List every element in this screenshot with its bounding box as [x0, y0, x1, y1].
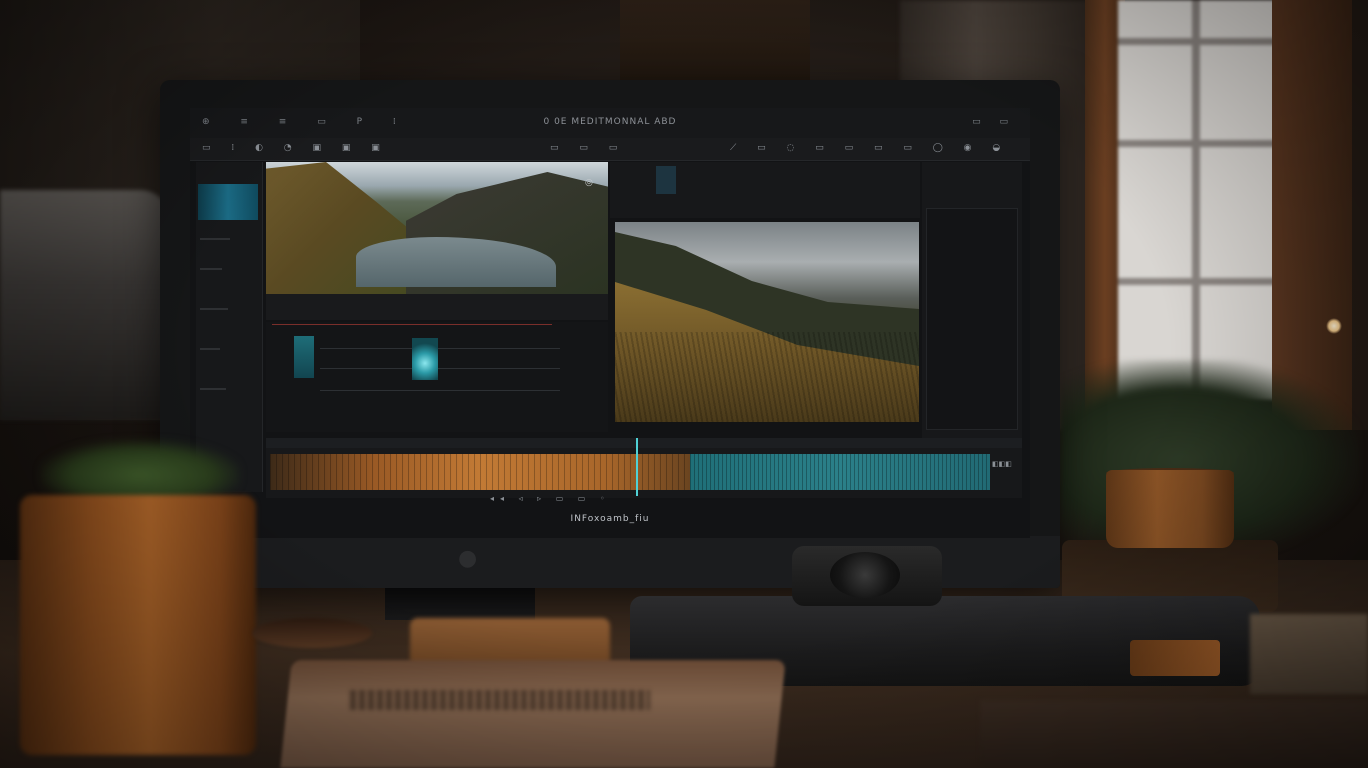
- apple-logo-icon: ●: [458, 546, 478, 571]
- book: [280, 660, 786, 768]
- source-viewer-controls: [266, 294, 608, 320]
- timeline-ruler[interactable]: [266, 438, 1022, 448]
- source-viewer[interactable]: [266, 162, 608, 294]
- transport-controls[interactable]: ◂◂ ◃ ▹ ▭ ▭ ◦: [490, 494, 611, 503]
- transport-bar: [266, 492, 1022, 506]
- toolbar-tools-right[interactable]: ⟋ ▭ ◌ ▭ ▭ ▭ ▭ ◯ ◉ ◒: [730, 143, 1009, 153]
- window-mullion: [1118, 140, 1278, 147]
- track-lane: [320, 390, 560, 391]
- camera-lens: [830, 552, 900, 598]
- media-pool-row: [200, 348, 220, 350]
- status-label: INFoxoamb_fiu: [570, 514, 650, 524]
- toolbar-tools-left[interactable]: ▭ ⁞ ◐ ◔ ▣ ▣ ▣: [202, 143, 389, 153]
- timeline-clip-waveform: [270, 454, 690, 490]
- screen: ⊕ ≡ ≡ ▭ P ⁞ 0 0E MEDITMONNAL ABD ▭ ▭ ▭ ⁞…: [190, 108, 1030, 538]
- timeline-clip-waveform: [690, 454, 990, 490]
- media-thumbnail[interactable]: [198, 184, 258, 220]
- toolbar-tools-middle[interactable]: ▭ ▭ ▭: [550, 143, 626, 153]
- window-mullion: [1118, 38, 1278, 45]
- inspector-thumbnail[interactable]: [656, 166, 676, 194]
- window-mullion: [1118, 278, 1278, 285]
- app-menubar: ⊕ ≡ ≡ ▭ P ⁞ 0 0E MEDITMONNAL ABD ▭ ▭: [190, 108, 1030, 138]
- timeline-end-label: ◧◧◧: [992, 460, 1012, 468]
- media-pool-row: [200, 238, 230, 240]
- timeline-playhead[interactable]: [636, 438, 638, 496]
- app-toolbar: ▭ ⁞ ◐ ◔ ▣ ▣ ▣ ▭ ▭ ▭ ⟋ ▭ ◌ ▭ ▭ ▭ ▭ ◯ ◉ ◒: [190, 138, 1030, 161]
- viewer-image-grass-texture: [615, 332, 919, 422]
- track-clip[interactable]: [294, 336, 314, 378]
- plant-pot: [20, 495, 256, 755]
- window-mullion: [1192, 0, 1200, 400]
- monitor-stand: [385, 586, 535, 620]
- track-lane: [320, 368, 560, 369]
- lamp-light: [1326, 318, 1342, 334]
- window: [1118, 0, 1278, 400]
- background-shelf: [620, 0, 810, 80]
- window-control-icons[interactable]: ▭ ▭: [972, 117, 1016, 127]
- effects-panel-list: [926, 208, 1018, 430]
- media-pool-row: [200, 308, 228, 310]
- book-cover-text: [350, 690, 650, 710]
- media-pool-row: [200, 268, 222, 270]
- program-viewer[interactable]: [615, 222, 919, 422]
- small-bowl: [252, 618, 372, 648]
- monitor-arm: [0, 190, 170, 420]
- media-pool-row: [200, 388, 226, 390]
- papers: [980, 700, 1368, 768]
- basket: [1250, 614, 1368, 694]
- track-clip-selected[interactable]: [412, 338, 438, 380]
- track-lane: [320, 348, 560, 349]
- hard-drive-tab: [1130, 640, 1220, 676]
- photo-scene: ● ⊕ ≡ ≡ ▭ P ⁞ 0 0E MEDITMONNAL ABD ▭ ▭ ▭…: [0, 0, 1368, 768]
- track-marker-line: [272, 324, 552, 325]
- app-title: 0 0E MEDITMONNAL ABD: [543, 117, 677, 127]
- cup: [1106, 470, 1234, 548]
